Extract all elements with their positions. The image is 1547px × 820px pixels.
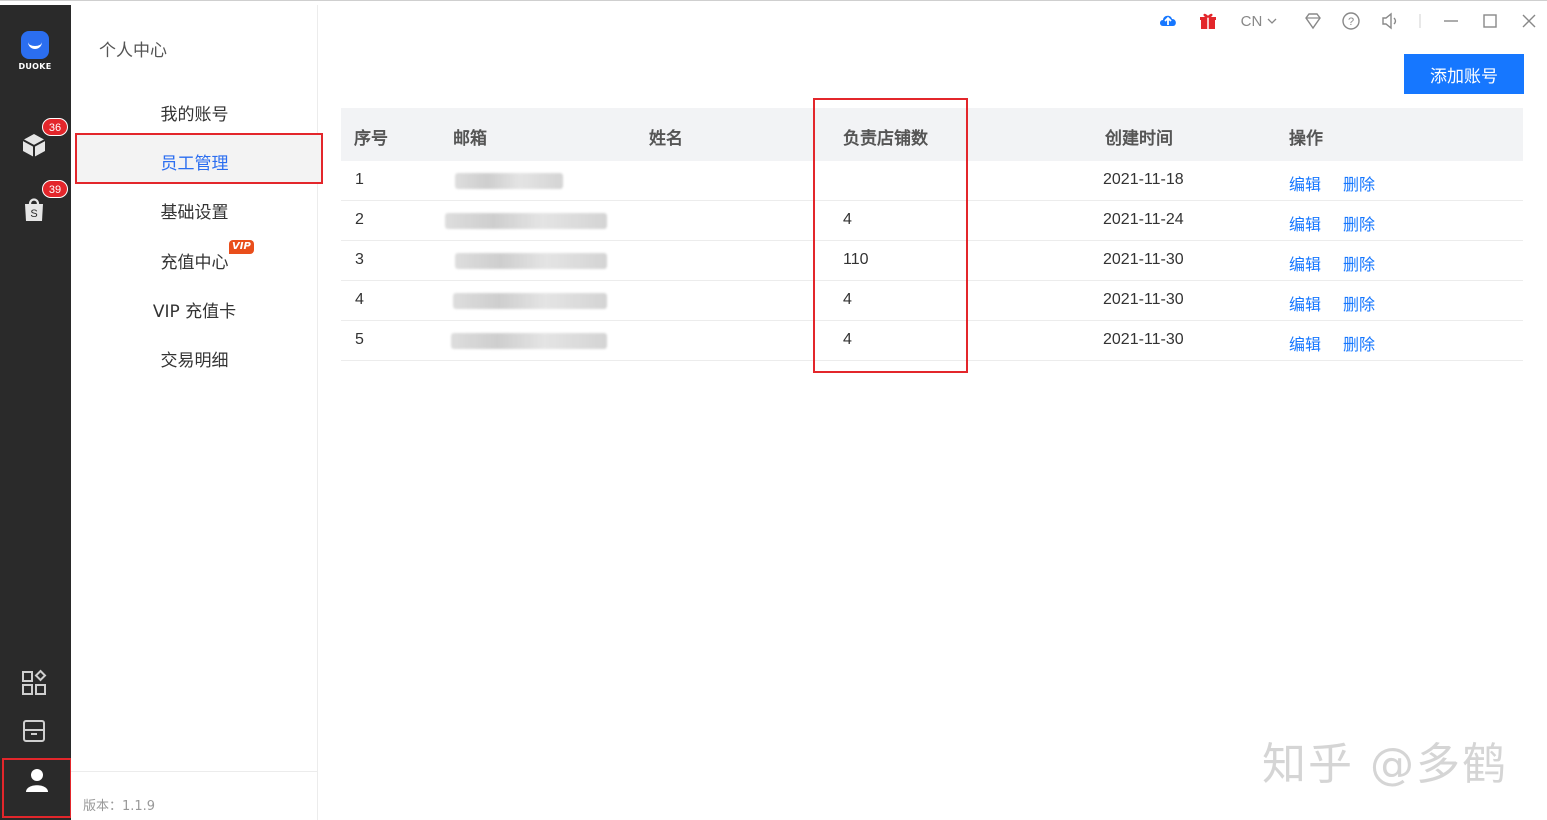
blurred-email xyxy=(455,253,607,269)
column-header-email: 邮箱 xyxy=(453,129,487,149)
version-label: 版本：1.1.9 xyxy=(83,799,156,814)
edit-link[interactable]: 编辑 xyxy=(1289,251,1321,275)
edit-link[interactable]: 编辑 xyxy=(1289,331,1321,355)
speaker-icon[interactable] xyxy=(1379,10,1401,32)
titlebar-divider xyxy=(1409,10,1431,32)
menu-item-my-account[interactable]: 我的账号 xyxy=(71,100,318,125)
store-icon[interactable] xyxy=(20,717,48,745)
blurred-email xyxy=(455,173,563,189)
products-box-icon[interactable] xyxy=(20,131,48,159)
cloud-upload-icon[interactable] xyxy=(1157,10,1179,32)
edit-link[interactable]: 编辑 xyxy=(1289,291,1321,315)
menu-item-recharge-center[interactable]: 充值中心 xyxy=(71,248,318,273)
column-header-actions: 操作 xyxy=(1289,129,1323,149)
chevron-down-icon xyxy=(1267,18,1277,24)
products-count-badge: 36 xyxy=(42,118,68,136)
version-bar: 版本：1.1.9 xyxy=(71,771,318,820)
edit-link[interactable]: 编辑 xyxy=(1289,171,1321,195)
delete-link[interactable]: 删除 xyxy=(1343,331,1375,355)
row-created-date: 2021-11-24 xyxy=(1103,211,1184,228)
menu-item-staff-management[interactable]: 员工管理 xyxy=(71,149,318,174)
row-index: 4 xyxy=(355,291,364,308)
shop-bag-icon[interactable]: S xyxy=(20,195,48,223)
column-header-name: 姓名 xyxy=(649,129,683,149)
row-index: 5 xyxy=(355,331,364,348)
row-created-date: 2021-11-18 xyxy=(1103,171,1184,188)
row-created-date: 2021-11-30 xyxy=(1103,251,1184,268)
left-rail: DUOKE 36 S 39 xyxy=(0,5,71,820)
vip-tag: VIP xyxy=(229,240,254,254)
help-icon[interactable]: ? xyxy=(1340,10,1362,32)
row-index: 1 xyxy=(355,171,364,188)
edit-link[interactable]: 编辑 xyxy=(1289,211,1321,235)
menu-item-vip-card[interactable]: VIP 充值卡 xyxy=(71,297,318,322)
column-header-created-time: 创建时间 xyxy=(1105,129,1173,149)
watermark: 知乎 @多鹤 xyxy=(1262,739,1508,790)
delete-link[interactable]: 删除 xyxy=(1343,251,1375,275)
svg-text:?: ? xyxy=(1348,16,1354,28)
personal-center-menu: 个人中心 我的账号 员工管理 基础设置 充值中心 VIP VIP 充值卡 交易明… xyxy=(71,5,323,820)
blurred-email xyxy=(453,293,607,309)
column-header-index: 序号 xyxy=(354,129,388,149)
close-icon[interactable] xyxy=(1518,10,1540,32)
add-account-button[interactable]: 添加账号 xyxy=(1404,54,1524,94)
row-index: 3 xyxy=(355,251,364,268)
row-index: 2 xyxy=(355,211,364,228)
orders-count-badge: 39 xyxy=(42,180,68,198)
maximize-icon[interactable] xyxy=(1479,10,1501,32)
app-logo[interactable]: DUOKE xyxy=(18,31,52,71)
blurred-email xyxy=(451,333,607,349)
language-label: CN xyxy=(1240,12,1263,30)
svg-text:S: S xyxy=(30,208,37,220)
apps-grid-icon[interactable] xyxy=(20,669,48,697)
row-created-date: 2021-11-30 xyxy=(1103,331,1184,348)
menu-item-basic-settings[interactable]: 基础设置 xyxy=(71,198,318,223)
delete-link[interactable]: 删除 xyxy=(1343,211,1375,235)
minimize-icon[interactable] xyxy=(1440,10,1462,32)
diamond-icon[interactable] xyxy=(1302,10,1324,32)
menu-item-transactions[interactable]: 交易明细 xyxy=(71,346,318,371)
menu-title: 个人中心 xyxy=(99,41,167,61)
gift-icon[interactable] xyxy=(1197,10,1219,32)
blurred-email xyxy=(445,213,607,229)
personal-center-nav[interactable] xyxy=(2,758,72,818)
store-count-column-highlight xyxy=(813,98,968,373)
logo-text: DUOKE xyxy=(18,62,52,71)
language-selector[interactable]: CN xyxy=(1236,10,1282,32)
delete-link[interactable]: 删除 xyxy=(1343,171,1375,195)
logo-smile-icon xyxy=(21,31,49,59)
row-created-date: 2021-11-30 xyxy=(1103,291,1184,308)
user-icon xyxy=(26,769,48,792)
delete-link[interactable]: 删除 xyxy=(1343,291,1375,315)
